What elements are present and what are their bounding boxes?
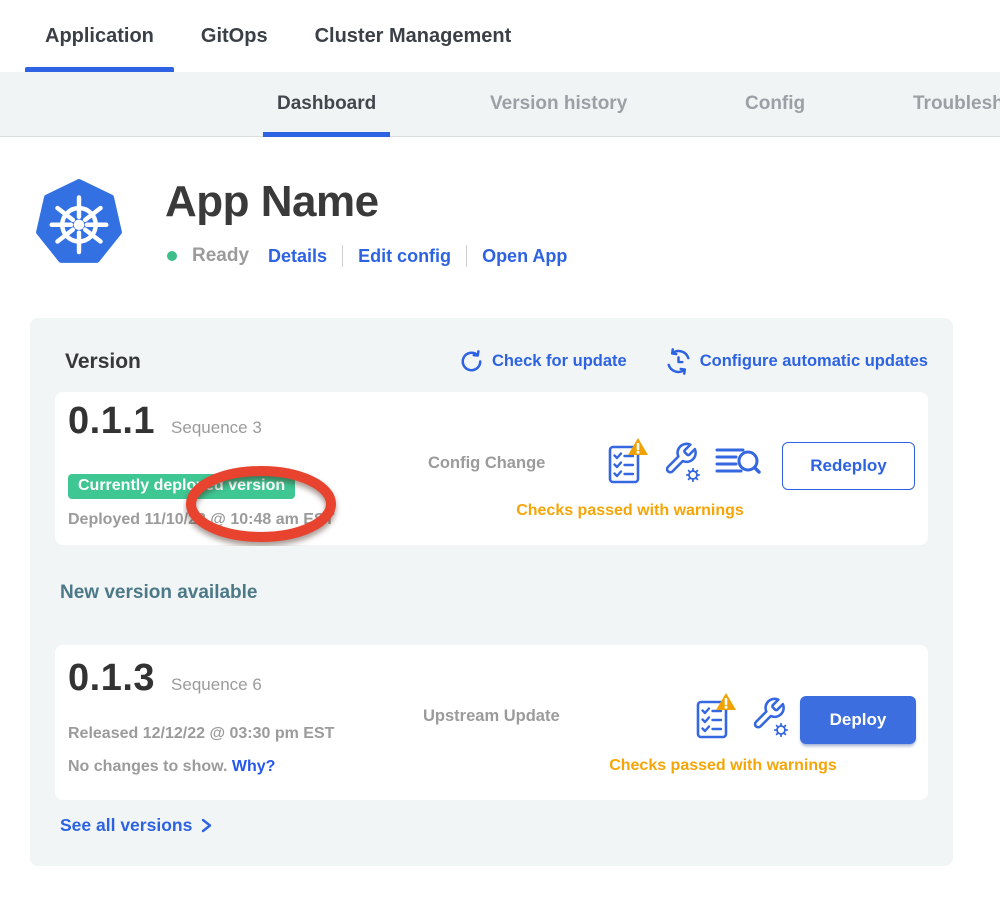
details-link[interactable]: Details (268, 246, 327, 267)
divider (466, 245, 467, 267)
status-text: Ready (192, 245, 249, 267)
check-for-update-label: Check for update (492, 352, 627, 371)
edit-config-link[interactable]: Edit config (358, 246, 451, 267)
divider (342, 245, 343, 267)
kubernetes-logo (35, 178, 123, 268)
view-files-icon[interactable] (715, 444, 761, 480)
page-title: App Name (165, 176, 379, 228)
see-all-versions-label: See all versions (60, 815, 192, 836)
nav-item-gitops[interactable]: GitOps (181, 0, 288, 72)
deployed-timestamp: Deployed 11/10/22 @ 10:48 am EST (68, 511, 334, 529)
deploy-button[interactable]: Deploy (800, 696, 916, 744)
why-link[interactable]: Why? (232, 758, 276, 775)
version-panel: Version Check for update Configure autom… (30, 318, 953, 866)
released-timestamp: Released 12/12/22 @ 03:30 pm EST (68, 725, 334, 743)
tab-dashboard[interactable]: Dashboard (263, 72, 390, 137)
new-version-card: 0.1.3 Sequence 6 Released 12/12/22 @ 03:… (55, 645, 928, 800)
new-version-heading: New version available (60, 582, 258, 604)
scheduled-update-icon (665, 348, 692, 375)
new-version-number: 0.1.3 (68, 657, 155, 700)
check-for-update-link[interactable]: Check for update (459, 349, 627, 374)
preflight-checks-icon[interactable] (695, 692, 737, 742)
status-dot (167, 251, 177, 261)
nav-item-application[interactable]: Application (25, 0, 174, 72)
preflight-checks-icon[interactable] (607, 437, 649, 487)
app-manager-page: Application GitOps Cluster Management Da… (0, 0, 1000, 898)
see-all-versions-link[interactable]: See all versions (60, 815, 214, 836)
tab-troubleshoot[interactable]: Troubleshoot (899, 72, 1000, 137)
config-tools-icon[interactable] (662, 440, 702, 484)
app-status-row: Ready Details Edit config Open App (167, 242, 567, 270)
new-version-sequence: Sequence 6 (171, 675, 262, 695)
checks-status-text: Checks passed with warnings (573, 757, 873, 775)
chevron-right-icon (199, 817, 214, 834)
top-navigation: Application GitOps Cluster Management (0, 0, 1000, 72)
configure-automatic-updates-link[interactable]: Configure automatic updates (665, 348, 928, 375)
currently-deployed-badge: Currently deployed version (68, 474, 295, 499)
no-changes-label: No changes to show. (68, 758, 227, 775)
refresh-icon (459, 349, 484, 374)
current-version-card: 0.1.1 Sequence 3 Currently deployed vers… (55, 392, 928, 545)
change-type-label: Upstream Update (423, 707, 560, 726)
tab-config[interactable]: Config (731, 72, 819, 137)
no-changes-text: No changes to show. Why? (68, 758, 275, 776)
version-panel-title: Version (65, 350, 141, 374)
nav-item-cluster-management[interactable]: Cluster Management (295, 0, 532, 72)
version-panel-actions: Check for update Configure automatic upd… (459, 348, 928, 375)
current-version-number: 0.1.1 (68, 400, 155, 443)
redeploy-button[interactable]: Redeploy (782, 442, 915, 490)
checks-status-text: Checks passed with warnings (480, 502, 780, 520)
change-type-label: Config Change (428, 454, 545, 473)
configure-automatic-updates-label: Configure automatic updates (700, 352, 928, 371)
open-app-link[interactable]: Open App (482, 246, 567, 267)
current-version-sequence: Sequence 3 (171, 418, 262, 438)
app-tab-bar: Dashboard Version history Config Trouble… (0, 72, 1000, 137)
tab-version-history[interactable]: Version history (476, 72, 641, 137)
config-tools-icon[interactable] (750, 695, 790, 739)
